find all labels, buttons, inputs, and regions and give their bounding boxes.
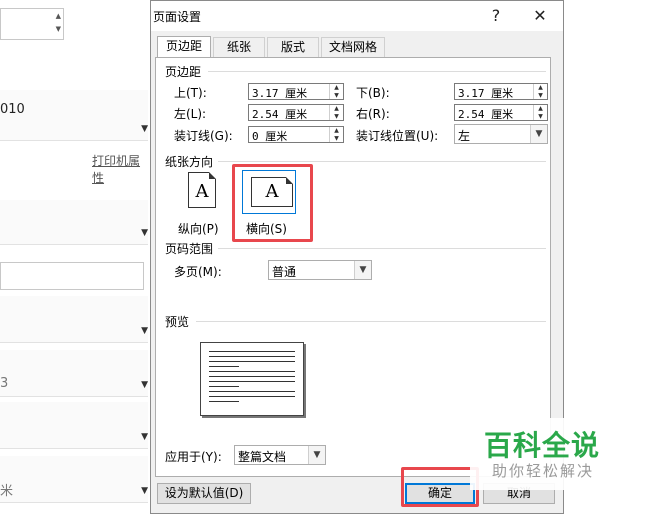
landscape-label[interactable]: 横向(S) bbox=[246, 220, 287, 237]
background-spinner[interactable]: ▲ ▼ bbox=[0, 8, 64, 40]
gutter-spinner[interactable]: 0 厘米 ▲ ▼ bbox=[248, 126, 344, 143]
background-row-text: 米 bbox=[0, 484, 14, 499]
spin-down-icon[interactable]: ▼ bbox=[534, 92, 547, 99]
chevron-down-icon[interactable]: ▼ bbox=[530, 125, 547, 143]
help-icon[interactable]: ? bbox=[481, 4, 511, 28]
background-row[interactable]: 3 ▼ bbox=[0, 350, 148, 397]
dialog-title: 页面设置 bbox=[153, 10, 202, 24]
spin-down-icon[interactable]: ▼ bbox=[330, 135, 343, 142]
chevron-down-icon[interactable]: ▼ bbox=[354, 261, 371, 279]
multiple-pages-select[interactable]: 普通 ▼ bbox=[268, 260, 372, 280]
printer-properties-link[interactable]: 打印机属性 bbox=[92, 152, 150, 186]
portrait-label[interactable]: 纵向(P) bbox=[178, 220, 219, 237]
margins-section-label: 页边距 bbox=[165, 65, 202, 79]
tab-layout[interactable]: 版式 bbox=[267, 37, 319, 57]
margins-panel: 页边距 上(T): 3.17 厘米 ▲ ▼ 下(B): 3.17 厘米 ▲ ▼ 左(… bbox=[155, 57, 551, 477]
spin-down-icon[interactable]: ▼ bbox=[534, 113, 547, 120]
top-margin-label: 上(T): bbox=[174, 86, 207, 100]
apply-to-select[interactable]: 整篇文档 ▼ bbox=[234, 445, 326, 465]
right-margin-spinner[interactable]: 2.54 厘米 ▲ ▼ bbox=[454, 104, 548, 121]
top-margin-value: 3.17 厘米 bbox=[252, 87, 308, 100]
portrait-option[interactable]: A bbox=[174, 170, 228, 214]
landscape-icon-letter: A bbox=[265, 181, 279, 202]
watermark-title: 百科全说 bbox=[484, 429, 601, 462]
spin-up-icon[interactable]: ▲ bbox=[330, 127, 343, 134]
chevron-down-icon: ▼ bbox=[141, 432, 148, 442]
gutter-position-value: 左 bbox=[458, 129, 471, 143]
chevron-down-icon[interactable]: ▼ bbox=[308, 446, 325, 464]
background-row-text: 010 bbox=[0, 102, 25, 117]
spin-up-icon[interactable]: ▲ bbox=[534, 84, 547, 91]
chevron-down-icon: ▼ bbox=[141, 486, 148, 496]
background-app: ▲ ▼ 010 ▼ 打印机属性 ▼ ▼ 3 ▼ ▼ 米 ▼ bbox=[0, 0, 150, 514]
left-margin-value: 2.54 厘米 bbox=[252, 108, 308, 121]
chevron-down-icon: ▼ bbox=[141, 228, 148, 238]
tab-doc-grid[interactable]: 文档网格 bbox=[321, 37, 385, 57]
top-margin-spinner[interactable]: 3.17 厘米 ▲ ▼ bbox=[248, 83, 344, 100]
spin-down-icon[interactable]: ▼ bbox=[56, 25, 61, 33]
background-row[interactable]: 010 ▼ bbox=[0, 90, 148, 141]
bottom-margin-label: 下(B): bbox=[356, 86, 390, 100]
divider bbox=[208, 71, 546, 72]
divider bbox=[218, 248, 546, 249]
portrait-page-icon: A bbox=[188, 172, 216, 208]
pages-section-label: 页码范围 bbox=[165, 242, 214, 256]
left-margin-label: 左(L): bbox=[174, 107, 207, 121]
preview-page bbox=[200, 342, 304, 416]
spin-up-icon[interactable]: ▲ bbox=[330, 105, 343, 112]
gutter-label: 装订线(G): bbox=[174, 129, 233, 143]
divider bbox=[196, 321, 546, 322]
multiple-pages-value: 普通 bbox=[272, 265, 297, 279]
bottom-margin-spinner[interactable]: 3.17 厘米 ▲ ▼ bbox=[454, 83, 548, 100]
spin-up-icon[interactable]: ▲ bbox=[56, 12, 61, 20]
spin-down-icon[interactable]: ▼ bbox=[330, 113, 343, 120]
divider bbox=[218, 161, 546, 162]
chevron-down-icon: ▼ bbox=[141, 326, 148, 336]
tab-paper[interactable]: 纸张 bbox=[213, 37, 265, 57]
left-margin-spinner[interactable]: 2.54 厘米 ▲ ▼ bbox=[248, 104, 344, 121]
spin-up-icon[interactable]: ▲ bbox=[330, 84, 343, 91]
apply-to-label: 应用于(Y): bbox=[165, 450, 222, 464]
bottom-margin-value: 3.17 厘米 bbox=[458, 87, 514, 100]
ok-button[interactable]: 确定 bbox=[405, 483, 475, 504]
landscape-page-icon: A bbox=[251, 177, 293, 207]
tab-margins[interactable]: 页边距 bbox=[157, 36, 211, 58]
spin-up-icon[interactable]: ▲ bbox=[534, 105, 547, 112]
background-row[interactable]: ▼ bbox=[0, 402, 148, 449]
gutter-position-select[interactable]: 左 ▼ bbox=[454, 124, 548, 144]
preview-section-label: 预览 bbox=[165, 315, 190, 329]
background-row-text: 3 bbox=[0, 376, 9, 391]
background-row[interactable]: 米 ▼ bbox=[0, 456, 148, 503]
background-input[interactable] bbox=[0, 262, 144, 290]
landscape-option[interactable]: A bbox=[242, 170, 296, 214]
apply-to-value: 整篇文档 bbox=[238, 450, 287, 464]
chevron-down-icon: ▼ bbox=[141, 380, 148, 390]
gutter-value: 0 厘米 bbox=[252, 130, 288, 143]
background-row[interactable]: ▼ bbox=[0, 200, 148, 245]
portrait-icon-letter: A bbox=[195, 181, 209, 202]
dialog-titlebar[interactable]: 页面设置 ? ✕ bbox=[151, 1, 563, 31]
orientation-section-label: 纸张方向 bbox=[165, 155, 214, 169]
spin-down-icon[interactable]: ▼ bbox=[330, 92, 343, 99]
multiple-pages-label: 多页(M): bbox=[174, 265, 222, 279]
right-margin-value: 2.54 厘米 bbox=[458, 108, 514, 121]
close-icon[interactable]: ✕ bbox=[525, 4, 555, 28]
right-margin-label: 右(R): bbox=[356, 107, 390, 121]
gutter-position-label: 装订线位置(U): bbox=[356, 129, 439, 143]
chevron-down-icon: ▼ bbox=[141, 124, 148, 134]
watermark-subtitle: 助你轻松解决 bbox=[492, 462, 595, 480]
background-row[interactable]: ▼ bbox=[0, 296, 148, 343]
set-default-button[interactable]: 设为默认值(D) bbox=[157, 483, 251, 504]
